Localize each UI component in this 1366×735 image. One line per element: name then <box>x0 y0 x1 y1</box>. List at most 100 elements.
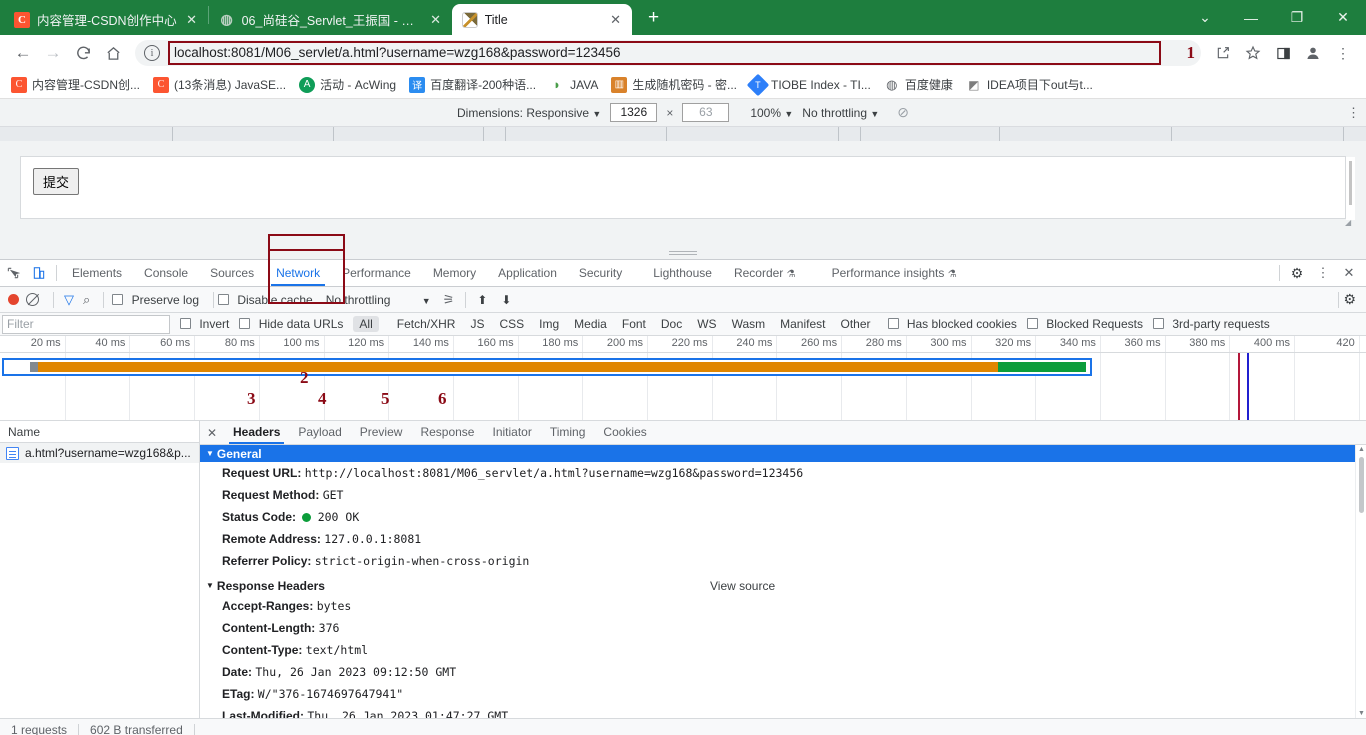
upload-har-icon[interactable]: ⬆ <box>477 293 487 307</box>
chevron-down-icon[interactable]: ⌄ <box>1182 0 1228 35</box>
tab-lighthouse[interactable]: Lighthouse <box>642 260 723 286</box>
bookmark-8[interactable]: ◩ IDEA项目下out与t... <box>961 74 1098 95</box>
bookmark-0[interactable]: C 内容管理-CSDN创... <box>6 74 145 95</box>
tab-timing[interactable]: Timing <box>541 421 595 444</box>
gear-icon[interactable]: ⚙ <box>1343 291 1360 308</box>
kebab-menu-icon[interactable]: ⋮ <box>1328 38 1358 68</box>
hide-data-urls-checkbox[interactable]: Hide data URLs <box>239 317 343 331</box>
home-icon[interactable] <box>98 38 128 68</box>
throttling-select[interactable]: No throttling ▼ <box>802 106 879 120</box>
address-bar[interactable]: i localhost:8081/M06_servlet/a.html?user… <box>135 40 1201 66</box>
type-filter-all[interactable]: All <box>353 316 379 332</box>
blocked-requests-checkbox[interactable]: Blocked Requests <box>1026 317 1143 331</box>
section-response-headers-header[interactable]: ▼ Response Headers View source <box>200 576 1366 595</box>
zoom-select[interactable]: 100% ▼ <box>750 106 793 120</box>
tab-initiator[interactable]: Initiator <box>483 421 540 444</box>
close-icon[interactable]: ✕ <box>1336 260 1362 286</box>
network-overview[interactable]: 3 4 5 6 <box>0 353 1366 421</box>
minimize-icon[interactable]: — <box>1228 0 1274 35</box>
tab-cookies[interactable]: Cookies <box>594 421 655 444</box>
bookmark-7[interactable]: ◍ 百度健康 <box>879 74 958 95</box>
tab-performance-insights[interactable]: Performance insights ⚗ <box>821 260 968 286</box>
view-source-link[interactable]: View source <box>710 579 775 593</box>
browser-tab-2[interactable]: Title ✕ <box>451 4 632 35</box>
funnel-icon[interactable]: ▽ <box>64 292 74 308</box>
disable-cache-checkbox[interactable]: Disable cache <box>218 293 313 307</box>
search-icon[interactable]: ⌕ <box>83 292 90 308</box>
type-filter-ws[interactable]: WS <box>691 316 722 332</box>
scroll-down-icon[interactable]: ▼ <box>1358 710 1365 717</box>
tab-console[interactable]: Console <box>133 260 199 286</box>
type-filter-css[interactable]: CSS <box>493 316 530 332</box>
tab-security[interactable]: Security <box>568 260 633 286</box>
viewport-scrollbar[interactable] <box>1346 157 1355 220</box>
submit-button[interactable]: 提交 <box>33 168 80 195</box>
restore-icon[interactable]: ❐ <box>1274 0 1320 35</box>
browser-tab-1[interactable]: ◍ 06_尚硅谷_Servlet_王振国 - 课堂 ✕ <box>209 4 452 35</box>
forward-button[interactable]: → <box>38 38 68 68</box>
tab-application[interactable]: Application <box>487 260 568 286</box>
width-input[interactable]: 1326 <box>610 103 658 122</box>
close-icon[interactable]: ✕ <box>184 12 200 28</box>
new-tab-button[interactable]: + <box>640 4 668 32</box>
bookmark-5[interactable]: ▥ 生成随机密码 - 密... <box>606 74 742 95</box>
height-input[interactable]: 63 <box>682 103 730 122</box>
site-info-icon[interactable]: i <box>144 45 160 61</box>
tab-preview[interactable]: Preview <box>351 421 412 444</box>
bookmark-1[interactable]: C (13条消息) JavaSE... <box>148 74 291 95</box>
close-window-icon[interactable]: ✕ <box>1320 0 1366 35</box>
type-filter-img[interactable]: Img <box>533 316 565 332</box>
side-panel-icon[interactable] <box>1268 38 1298 68</box>
network-throttling-select[interactable]: No throttling ▼ <box>326 293 431 307</box>
tab-response[interactable]: Response <box>411 421 483 444</box>
bookmark-3[interactable]: 译 百度翻译-200种语... <box>404 74 541 95</box>
device-menu-icon[interactable]: ⋮ <box>1347 105 1360 121</box>
bookmark-2[interactable]: A 活动 - AcWing <box>294 74 401 95</box>
bookmark-4[interactable]: ◗ JAVA <box>544 75 603 95</box>
rotate-disabled-icon[interactable]: ⊘ <box>897 104 909 121</box>
close-icon[interactable]: ✕ <box>608 12 624 28</box>
dimensions-select[interactable]: Dimensions: Responsive ▼ <box>457 106 601 120</box>
type-filter-fetch-xhr[interactable]: Fetch/XHR <box>391 316 462 332</box>
type-filter-font[interactable]: Font <box>616 316 652 332</box>
download-har-icon[interactable]: ⬇ <box>501 293 511 307</box>
tab-recorder[interactable]: Recorder ⚗ <box>723 260 807 286</box>
clear-icon[interactable] <box>26 293 39 306</box>
type-filter-media[interactable]: Media <box>568 316 613 332</box>
tab-elements[interactable]: Elements <box>61 260 133 286</box>
preserve-log-checkbox[interactable]: Preserve log <box>112 293 199 307</box>
type-filter-manifest[interactable]: Manifest <box>774 316 831 332</box>
third-party-requests-checkbox[interactable]: 3rd-party requests <box>1152 317 1270 331</box>
network-conditions-icon[interactable]: ⚞ <box>443 292 455 308</box>
reload-icon[interactable] <box>68 38 98 68</box>
invert-checkbox[interactable]: Invert <box>180 317 229 331</box>
close-icon[interactable]: ✕ <box>200 426 224 440</box>
gear-icon[interactable]: ⚙ <box>1284 260 1310 286</box>
devtools-drag-handle[interactable] <box>669 249 697 255</box>
star-icon[interactable] <box>1238 38 1268 68</box>
share-icon[interactable] <box>1208 38 1238 68</box>
has-blocked-cookies-checkbox[interactable]: Has blocked cookies <box>887 317 1017 331</box>
filter-input[interactable]: Filter <box>2 314 170 334</box>
inspect-element-icon[interactable] <box>0 260 26 286</box>
tab-sources[interactable]: Sources <box>199 260 265 286</box>
close-icon[interactable]: ✕ <box>428 12 444 28</box>
bookmark-6[interactable]: T TIOBE Index - TI... <box>745 73 876 96</box>
back-button[interactable]: ← <box>8 38 38 68</box>
device-toolbar-icon[interactable] <box>26 260 52 286</box>
headers-scrollbar[interactable]: ▲ ▼ <box>1355 445 1366 718</box>
tab-payload[interactable]: Payload <box>289 421 350 444</box>
viewport-resize-handle[interactable]: ◢ <box>1345 218 1354 227</box>
browser-tab-0[interactable]: C 内容管理-CSDN创作中心 ✕ <box>4 4 208 35</box>
record-icon[interactable] <box>8 294 19 305</box>
tab-memory[interactable]: Memory <box>422 260 487 286</box>
section-general-header[interactable]: ▼ General <box>200 445 1366 462</box>
type-filter-js[interactable]: JS <box>464 316 490 332</box>
scroll-up-icon[interactable]: ▲ <box>1358 446 1365 453</box>
type-filter-doc[interactable]: Doc <box>655 316 688 332</box>
kebab-menu-icon[interactable]: ⋮ <box>1310 260 1336 286</box>
tab-headers[interactable]: Headers <box>224 421 289 444</box>
type-filter-wasm[interactable]: Wasm <box>726 316 772 332</box>
profile-icon[interactable] <box>1298 38 1328 68</box>
type-filter-other[interactable]: Other <box>834 316 876 332</box>
